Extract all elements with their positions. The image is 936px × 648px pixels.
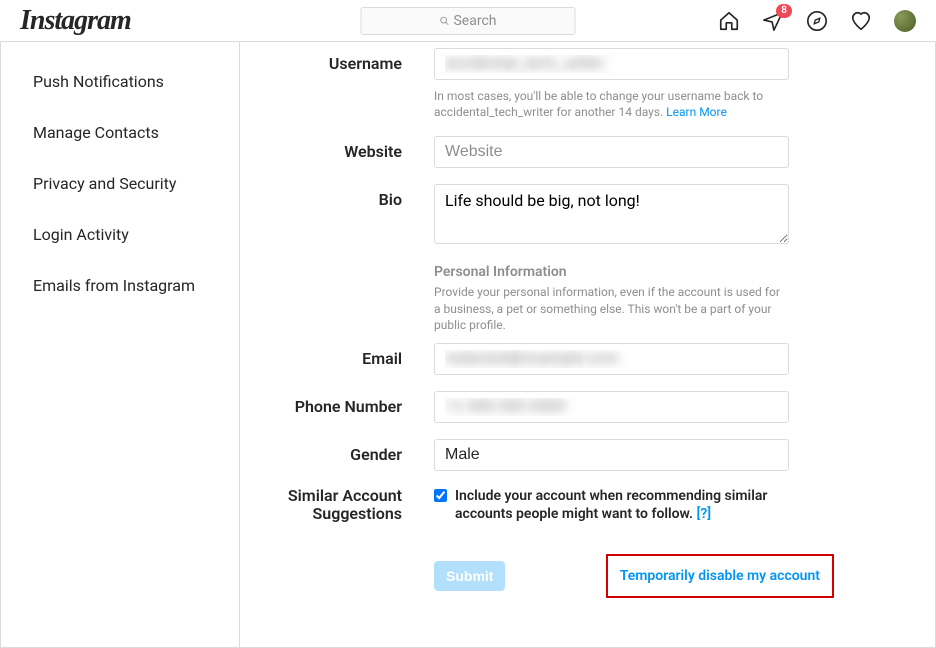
sidebar-item-manage-contacts[interactable]: Manage Contacts bbox=[1, 107, 239, 158]
sidebar-item-privacy-security[interactable]: Privacy and Security bbox=[1, 158, 239, 209]
sidebar-item-login-activity[interactable]: Login Activity bbox=[1, 209, 239, 260]
search-input[interactable]: Search bbox=[361, 7, 576, 35]
settings-form: Username In most cases, you'll be able t… bbox=[240, 42, 936, 648]
row-email: Email bbox=[240, 343, 895, 375]
top-nav: Instagram Search 8 bbox=[0, 0, 936, 42]
similar-help-link[interactable]: [?] bbox=[697, 506, 712, 522]
row-personal-info-heading: Personal Information Provide your person… bbox=[240, 264, 895, 333]
website-label: Website bbox=[240, 136, 434, 168]
personal-info-title: Personal Information bbox=[434, 264, 789, 280]
nav-icons: 8 bbox=[718, 10, 916, 32]
gender-label: Gender bbox=[240, 439, 434, 471]
gender-input[interactable] bbox=[434, 439, 789, 471]
row-bio: Bio bbox=[240, 184, 895, 248]
phone-input[interactable] bbox=[434, 391, 789, 423]
sidebar-item-push-notifications[interactable]: Push Notifications bbox=[1, 56, 239, 107]
personal-info-desc: Provide your personal information, even … bbox=[434, 284, 789, 333]
search-icon bbox=[439, 16, 449, 26]
temporarily-disable-link[interactable]: Temporarily disable my account bbox=[620, 568, 820, 584]
messages-icon[interactable]: 8 bbox=[762, 10, 784, 32]
bio-label: Bio bbox=[240, 184, 434, 248]
row-actions: Submit Temporarily disable my account bbox=[240, 542, 895, 598]
profile-avatar[interactable] bbox=[894, 10, 916, 32]
search-container: Search bbox=[361, 7, 576, 35]
email-label: Email bbox=[240, 343, 434, 375]
sidebar-item-emails-from-instagram[interactable]: Emails from Instagram bbox=[1, 260, 239, 311]
row-gender: Gender bbox=[240, 439, 895, 471]
avatar-image bbox=[894, 10, 916, 32]
explore-icon[interactable] bbox=[806, 10, 828, 32]
similar-accounts-text: Include your account when recommending s… bbox=[455, 487, 789, 523]
instagram-logo[interactable]: Instagram bbox=[20, 5, 131, 37]
row-username: Username In most cases, you'll be able t… bbox=[240, 48, 895, 120]
username-input[interactable] bbox=[434, 48, 789, 80]
website-input[interactable] bbox=[434, 136, 789, 168]
similar-accounts-checkbox[interactable] bbox=[434, 489, 447, 502]
home-icon[interactable] bbox=[718, 10, 740, 32]
similar-label: Similar Account Suggestions bbox=[240, 487, 434, 524]
settings-sidebar: Push Notifications Manage Contacts Priva… bbox=[0, 42, 240, 648]
email-input[interactable] bbox=[434, 343, 789, 375]
row-website: Website bbox=[240, 136, 895, 168]
learn-more-link[interactable]: Learn More bbox=[666, 105, 727, 119]
username-help: In most cases, you'll be able to change … bbox=[434, 88, 789, 120]
messages-badge: 8 bbox=[776, 4, 792, 18]
phone-label: Phone Number bbox=[240, 391, 434, 423]
content-area: Push Notifications Manage Contacts Priva… bbox=[0, 42, 936, 648]
username-label: Username bbox=[240, 48, 434, 120]
row-phone: Phone Number bbox=[240, 391, 895, 423]
disable-account-highlight: Temporarily disable my account bbox=[606, 554, 834, 598]
search-placeholder: Search bbox=[453, 13, 496, 29]
activity-icon[interactable] bbox=[850, 10, 872, 32]
bio-input[interactable] bbox=[434, 184, 789, 244]
row-similar-accounts: Similar Account Suggestions Include your… bbox=[240, 487, 895, 524]
submit-button[interactable]: Submit bbox=[434, 561, 505, 591]
